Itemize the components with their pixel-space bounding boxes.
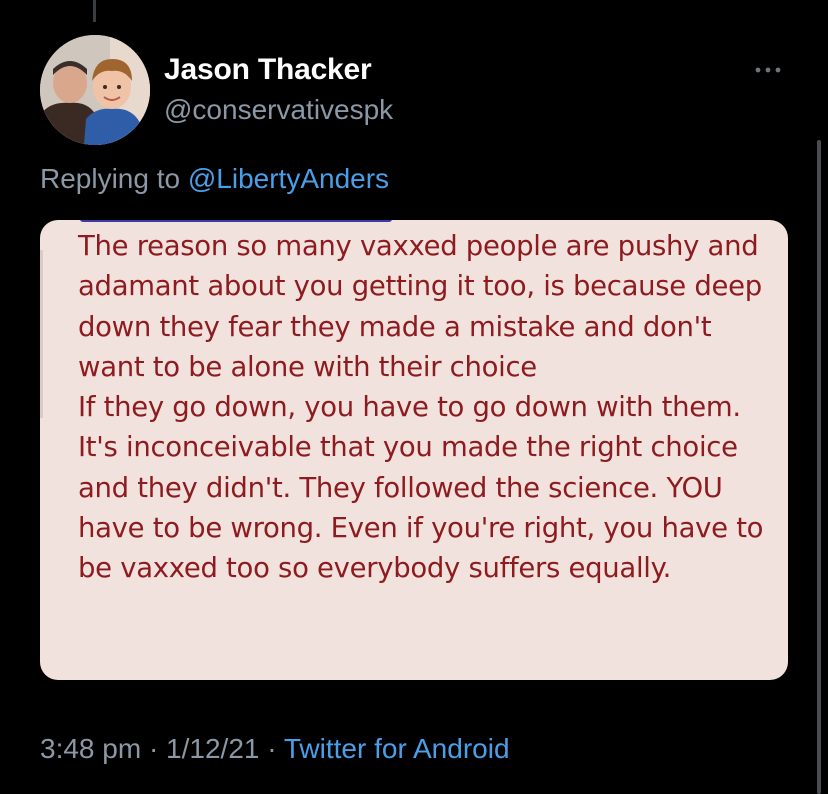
replying-to-mention-link[interactable]: @LibertyAnders [188,163,389,194]
user-handle[interactable]: @conservativespk [164,94,393,126]
tweet-meta: 3:48 pm · 1/12/21 · Twitter for Android [40,733,510,765]
tweet-media-image[interactable]: The reason so many vaxxed people are pus… [40,220,788,680]
more-options-button[interactable] [748,58,788,82]
scrollbar[interactable] [817,140,821,794]
thread-connector-line [93,0,96,22]
media-paragraph: If they go down, you have to go down wit… [78,391,764,585]
source-link[interactable]: Twitter for Android [284,733,510,764]
avatar[interactable] [40,35,150,145]
timestamp[interactable]: 3:48 pm · 1/12/21 · [40,733,284,764]
media-text-block: The reason so many vaxxed people are pus… [78,226,778,589]
replying-to-line: Replying to @LibertyAnders [40,163,389,195]
replying-to-label: Replying to [40,163,188,194]
display-name[interactable]: Jason Thacker [164,53,372,87]
more-horizontal-icon [755,67,781,73]
avatar-photo-icon [40,35,150,145]
cropped-link-underline [80,220,392,222]
media-edge-artifact [40,250,43,418]
media-paragraph: The reason so many vaxxed people are pus… [78,230,762,383]
